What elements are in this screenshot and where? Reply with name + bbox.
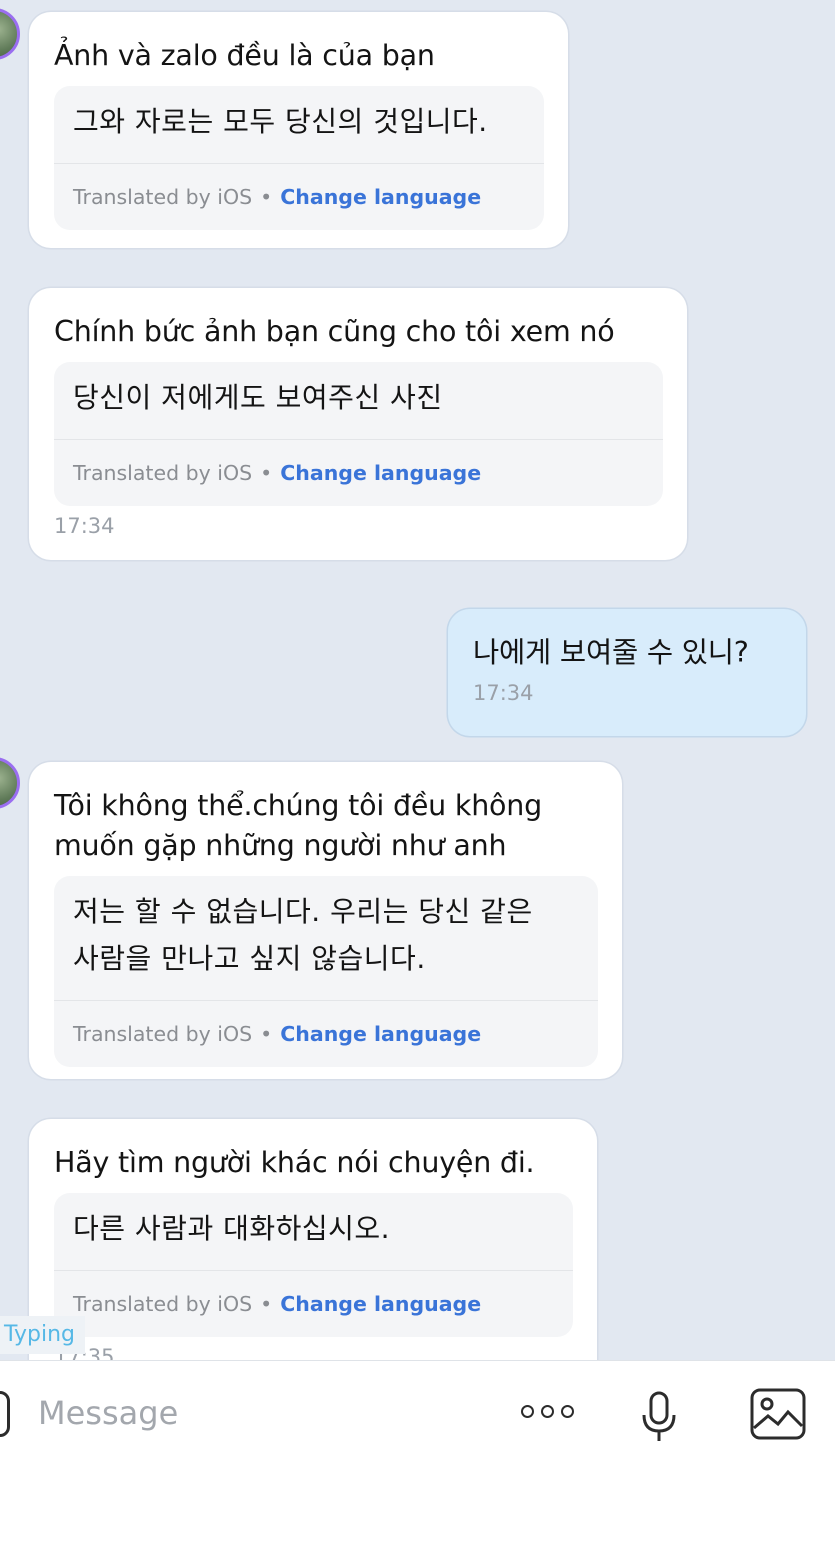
message-bubble-incoming[interactable]: Tôi không thể.chúng tôi đều không muốn g… [29,762,622,1079]
translation-footer: Translated by iOS • Change language [54,1270,573,1337]
separator-dot: • [260,1022,273,1046]
change-language-link[interactable]: Change language [280,461,481,485]
message-bubble-incoming[interactable]: Hãy tìm người khác nói chuyện đi. 다른 사람과… [29,1119,597,1360]
contact-avatar[interactable] [0,757,20,809]
message-bubble-outgoing[interactable]: 나에게 보여줄 수 있니? 17:34 [448,609,806,736]
message-text: 나에게 보여줄 수 있니? [473,636,749,669]
translation-footer: Translated by iOS • Change language [54,1000,598,1067]
translation-box: 저는 할 수 없습니다. 우리는 당신 같은 사람을 만나고 싶지 않습니다. … [54,876,598,1067]
separator-dot: • [260,461,273,485]
chat-area[interactable]: Ảnh và zalo đều là của bạn 그와 자로는 모두 당신의… [0,0,835,1360]
change-language-link[interactable]: Change language [280,1292,481,1316]
message-bubble-incoming[interactable]: Chính bức ảnh bạn cũng cho tôi xem nó 당신… [29,288,687,560]
translated-by-label: Translated by iOS [73,1292,253,1316]
typing-indicator: Typing [0,1316,86,1354]
message-time: 17:35 [54,1345,573,1360]
translation-text: 저는 할 수 없습니다. 우리는 당신 같은 사람을 만나고 싶지 않습니다. [73,895,533,975]
more-dot [521,1405,534,1418]
message-bubble-incoming[interactable]: Ảnh và zalo đều là của bạn 그와 자로는 모두 당신의… [29,12,568,248]
message-time: 17:34 [54,514,115,538]
translated-by-label: Translated by iOS [73,461,253,485]
translation-text: 다른 사람과 대화하십시오. [73,1212,391,1245]
translation-box: 당신이 저에게도 보여주신 사진 Translated by iOS • Cha… [54,362,663,506]
gallery-icon[interactable] [750,1388,806,1440]
change-language-link[interactable]: Change language [280,185,481,209]
contact-avatar[interactable] [0,8,20,60]
change-language-link[interactable]: Change language [280,1022,481,1046]
translation-text: 당신이 저에게도 보여주신 사진 [73,381,443,414]
message-text: Tôi không thể.chúng tôi đều không muốn g… [54,789,543,862]
translation-box: 다른 사람과 대화하십시오. Translated by iOS • Chang… [54,1193,573,1337]
separator-dot: • [260,185,273,209]
message-input[interactable]: Message [38,1394,178,1432]
microphone-icon[interactable] [640,1391,678,1443]
separator-dot: • [260,1292,273,1316]
message-text: Ảnh và zalo đều là của bạn [54,39,435,72]
message-text: Chính bức ảnh bạn cũng cho tôi xem nó [54,315,615,348]
translation-text: 그와 자로는 모두 당신의 것입니다. [73,105,488,138]
more-dot [541,1405,554,1418]
attach-icon[interactable] [0,1391,10,1437]
message-time: 17:34 [473,681,534,705]
message-composer: Message [0,1360,835,1544]
more-dot [561,1405,574,1418]
message-text: Hãy tìm người khác nói chuyện đi. [54,1146,535,1179]
translation-footer: Translated by iOS • Change language [54,439,663,506]
translation-footer: Translated by iOS • Change language [54,163,544,230]
translation-box: 그와 자로는 모두 당신의 것입니다. Translated by iOS • … [54,86,544,230]
translated-by-label: Translated by iOS [73,1022,253,1046]
translated-by-label: Translated by iOS [73,185,253,209]
more-icon[interactable] [521,1405,574,1418]
